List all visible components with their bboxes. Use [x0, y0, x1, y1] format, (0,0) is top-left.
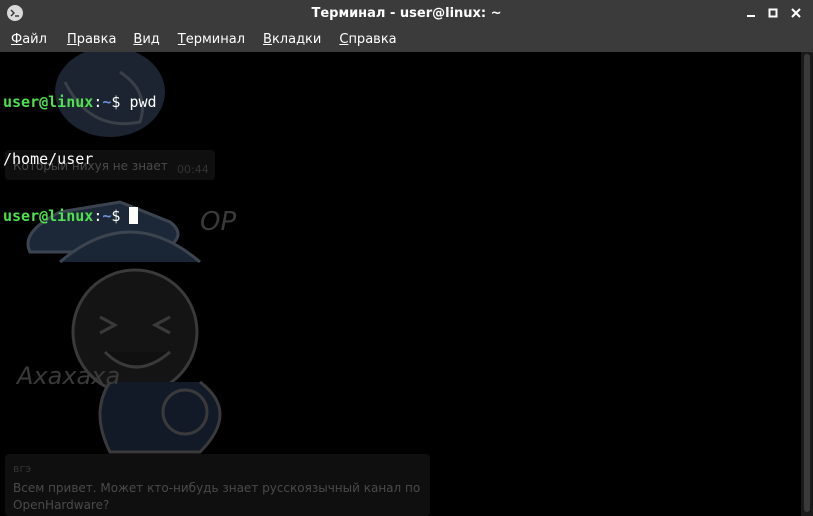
background-chat-time: 00:44	[177, 163, 209, 176]
title-bar[interactable]: Терминал - user@linux: ~	[0, 0, 813, 27]
scrollbar-thumb[interactable]	[804, 54, 810, 512]
background-laugh-text: Ахахаха	[17, 362, 121, 390]
menu-terminal[interactable]: Терминал	[178, 30, 245, 49]
terminal-line: user@linux:~$ pwd	[3, 93, 157, 112]
vertical-scrollbar[interactable]	[801, 52, 813, 516]
terminal-line: /home/user	[3, 150, 157, 169]
prompt-symbol: $	[111, 207, 130, 225]
text-cursor	[129, 207, 139, 224]
prompt-separator: :	[93, 207, 103, 225]
terminal-window: Терминал - user@linux: ~ Файл Правка Вид…	[0, 0, 813, 516]
command-text: pwd	[129, 93, 157, 111]
prompt-separator: :	[93, 93, 103, 111]
menu-tabs[interactable]: Вкладки	[263, 30, 321, 49]
menu-file[interactable]: Файл	[11, 30, 47, 49]
terminal-app-icon[interactable]	[7, 5, 23, 21]
prompt-user: user@linux	[3, 207, 94, 225]
prompt-user: user@linux	[3, 93, 94, 111]
terminal-output: user@linux:~$ pwd /home/user user@linux:…	[3, 55, 157, 264]
minimize-button[interactable]	[742, 4, 760, 22]
command-output: /home/user	[3, 150, 94, 168]
menu-help[interactable]: Справка	[339, 30, 396, 49]
window-title: Терминал - user@linux: ~	[311, 6, 502, 21]
menu-bar: Файл Правка Вид Терминал Вкладки Справка	[0, 27, 813, 52]
background-chat-message-2-cont: OpenHardware?	[13, 498, 110, 512]
close-button[interactable]	[787, 4, 805, 22]
maximize-button[interactable]	[764, 4, 782, 22]
terminal-area[interactable]: Который нихуя не знает 00:44 OP Ахахаха …	[0, 52, 801, 516]
menu-view[interactable]: Вид	[133, 30, 159, 49]
prompt-symbol: $	[111, 93, 130, 111]
terminal-line: user@linux:~$	[3, 207, 157, 226]
background-chat-sender: вгэ	[13, 462, 32, 475]
menu-edit[interactable]: Правка	[67, 30, 116, 49]
background-chat-message-2: Всем привет. Может кто-нибудь знает русс…	[13, 481, 421, 495]
background-op-text: OP	[200, 207, 237, 237]
